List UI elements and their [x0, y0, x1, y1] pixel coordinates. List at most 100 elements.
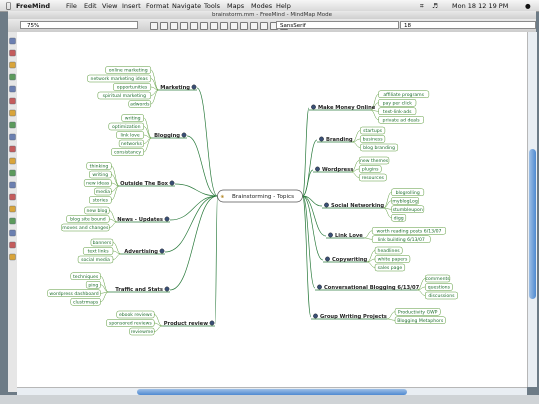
leaf-node-label[interactable]: banners	[93, 240, 112, 246]
leaf-node-label[interactable]: spiritual marketing	[103, 93, 147, 99]
leaf-node-label[interactable]: stories	[93, 198, 109, 204]
leaf-node-label[interactable]: affiliate programs	[383, 92, 424, 98]
leaf-node-label[interactable]: digg	[394, 215, 404, 221]
leaf-node-label[interactable]: worth reading posts 6/13/07	[376, 228, 441, 234]
branch-traffic-and-stats-label[interactable]: Traffic and Stats	[115, 287, 163, 293]
menu-edit[interactable]: Edit	[84, 2, 97, 10]
leaf-node-label[interactable]: online marketing	[109, 68, 148, 74]
leaf-node-label[interactable]: comments	[425, 276, 450, 282]
leaf-node-label[interactable]: social media	[81, 257, 110, 263]
leaf-node-label[interactable]: network marketing ideas	[91, 76, 149, 82]
zoom-in-icon[interactable]	[230, 22, 238, 30]
leaf-node-label[interactable]: blog branding	[363, 145, 395, 151]
leaf-node-label[interactable]: sponsored reviews	[109, 321, 152, 327]
menu-insert[interactable]: Insert	[122, 2, 141, 10]
zoom-out-icon[interactable]	[240, 22, 248, 30]
leaf-node-label[interactable]: new themes	[360, 158, 389, 164]
forward-icon[interactable]	[260, 22, 268, 30]
branch-product-review-label[interactable]: Product review	[164, 321, 208, 327]
leaf-node-label[interactable]: techniques	[73, 274, 99, 280]
leaf-node-label[interactable]: consistancy	[114, 150, 141, 156]
wifi-icon[interactable]: ⌗	[420, 2, 424, 11]
leaf-node-label[interactable]: pay per click	[383, 100, 413, 106]
new-map-icon[interactable]	[150, 22, 158, 30]
undo-icon[interactable]	[180, 22, 188, 30]
menubar-clock[interactable]: Mon 18 12 19 PM	[452, 2, 508, 10]
menu-format[interactable]: Format	[146, 2, 169, 10]
branch-outside-the-box-label[interactable]: Outside The Box	[120, 181, 169, 187]
leaf-node-label[interactable]: blogrolling	[396, 190, 420, 196]
menu-file[interactable]: File	[66, 2, 77, 10]
mindmap-svg[interactable]: Brainstorming - Topics ❀ Marketing online m…	[17, 32, 527, 387]
menu-help[interactable]: Help	[276, 2, 291, 10]
leaf-node-label[interactable]: link building 6/13/07	[378, 237, 425, 243]
leaf-node-label[interactable]: sales page	[378, 265, 403, 271]
branch-blogging-label[interactable]: Blogging	[154, 133, 180, 139]
leaf-node-label[interactable]: wordpress dashboard	[49, 291, 98, 297]
leaf-node-label[interactable]: text links	[88, 249, 110, 255]
menu-app-name[interactable]: FreeMind	[16, 2, 50, 10]
leaf-node-label[interactable]: moves and changes	[62, 225, 109, 231]
back-icon[interactable]	[250, 22, 258, 30]
mindmap-canvas[interactable]: Brainstorming - Topics ❀ Marketing online m…	[17, 32, 527, 387]
leaf-node-label[interactable]: Productivity GWP	[398, 309, 438, 315]
menu-navigate[interactable]: Navigate	[172, 2, 201, 10]
branch-news-updates-label[interactable]: News - Updates	[117, 217, 163, 223]
leaf-node-label[interactable]: adwords	[130, 102, 150, 108]
node-icon-list[interactable]	[8, 32, 17, 392]
leaf-node-label[interactable]: business	[363, 137, 384, 143]
branch-group-writing-projects-label[interactable]: Group Writing Projects	[320, 314, 387, 320]
leaf-node-label[interactable]: clustrmaps	[73, 299, 99, 305]
redo-icon[interactable]	[190, 22, 198, 30]
branch-advertising-label[interactable]: Advertising	[124, 249, 158, 255]
volume-icon[interactable]: ♬	[432, 2, 438, 10]
menu-tools[interactable]: Tools	[204, 2, 220, 10]
leaf-node-label[interactable]: headlines	[378, 248, 401, 254]
leaf-node-label[interactable]: blog site bound	[70, 217, 106, 223]
branch-make-money-online-label[interactable]: Make Money Online	[318, 105, 376, 111]
leaf-node-label[interactable]: stumbleupon	[393, 207, 423, 213]
open-icon[interactable]	[160, 22, 168, 30]
branch-conversational-blogging-6-13-07-label[interactable]: Conversational Blogging 6/13/07	[324, 285, 420, 291]
save-icon[interactable]	[170, 22, 178, 30]
branch-link-love-label[interactable]: Link Love	[335, 233, 363, 239]
branch-marketing-label[interactable]: Marketing	[160, 85, 190, 91]
branch-social-networking-label[interactable]: Social Networking	[331, 203, 384, 209]
zoom-select[interactable]: 75%	[20, 21, 138, 29]
branch-wordpress-label[interactable]: Wordpress	[322, 167, 353, 173]
center-node-label[interactable]: Brainstorming - Topics	[232, 194, 294, 200]
branch-branding-label[interactable]: Branding	[326, 137, 353, 143]
leaf-node-label[interactable]: questions	[428, 285, 451, 291]
menu-modes[interactable]: Modes	[251, 2, 272, 10]
leaf-node-label[interactable]: writing	[125, 116, 141, 122]
leaf-node-label[interactable]: discussions	[428, 293, 455, 299]
font-family-select[interactable]: SansSerif	[276, 21, 399, 29]
spotlight-icon[interactable]: ●	[525, 2, 531, 10]
leaf-node-label[interactable]: startups	[363, 128, 383, 134]
leaf-node-label[interactable]: reviewme	[131, 329, 154, 335]
branch-copywriting-label[interactable]: Copywriting	[332, 257, 368, 263]
font-size-select[interactable]: 18	[400, 21, 536, 29]
cut-icon[interactable]	[200, 22, 208, 30]
leaf-node-label[interactable]: opportunities	[117, 85, 148, 91]
leaf-node-label[interactable]: writing	[92, 172, 108, 178]
leaf-node-label[interactable]: link love	[121, 133, 140, 139]
leaf-node-label[interactable]: thinking	[90, 164, 109, 170]
leaf-node-label[interactable]: new blog	[86, 208, 107, 214]
leaf-node-label[interactable]: networks	[121, 141, 143, 147]
leaf-node-label[interactable]: new ideas	[86, 181, 110, 187]
paste-icon[interactable]	[220, 22, 228, 30]
leaf-node-label[interactable]: myblogLog	[392, 198, 417, 204]
leaf-node-label[interactable]: ebook reviews	[119, 312, 153, 318]
leaf-node-label[interactable]: private ad deals	[383, 117, 421, 123]
menu-maps[interactable]: Maps	[227, 2, 244, 10]
vertical-scrollbar[interactable]	[527, 32, 537, 387]
leaf-node-label[interactable]: ping	[88, 282, 98, 288]
copy-icon[interactable]	[210, 22, 218, 30]
leaf-node-label[interactable]: Blogging Metaphors	[397, 318, 444, 324]
leaf-node-label[interactable]: white papers	[378, 257, 408, 263]
leaf-node-label[interactable]: optimization	[112, 124, 141, 130]
apple-icon[interactable]: 	[6, 1, 11, 10]
leaf-node-label[interactable]: plugins	[362, 167, 379, 173]
vertical-scroll-thumb[interactable]	[529, 149, 536, 299]
